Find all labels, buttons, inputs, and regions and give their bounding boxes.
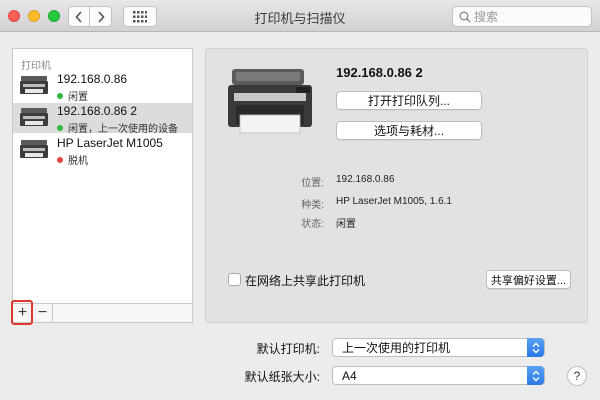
printer-list: 打印机 192.168.0.86 闲置 192.168.0.86 2 闲置，上一…: [12, 48, 193, 323]
selected-printer-name: 192.168.0.86 2: [336, 65, 423, 80]
options-supplies-button[interactable]: 选项与耗材...: [336, 121, 482, 140]
share-printer-label[interactable]: 在网络上共享此打印机: [245, 272, 365, 289]
location-value: 192.168.0.86: [336, 174, 395, 185]
select-arrows-icon: [527, 366, 544, 385]
printer-icon: [20, 140, 48, 158]
help-icon: ?: [573, 369, 581, 383]
default-printer-label: 默认打印机:: [256, 342, 320, 356]
printer-list-header: 打印机: [21, 61, 51, 72]
printer-icon: [20, 76, 48, 94]
printer-status: 脱机: [57, 152, 88, 167]
printer-large-icon: [228, 69, 312, 134]
printer-detail-panel: 192.168.0.86 2 打开打印队列... 选项与耗材... 位置: 19…: [205, 48, 588, 323]
search-placeholder: 搜索: [474, 10, 499, 24]
printer-name: 192.168.0.86: [57, 72, 128, 86]
open-print-queue-button[interactable]: 打开打印队列...: [336, 91, 482, 110]
remove-printer-button[interactable]: −: [33, 304, 53, 322]
kind-value: HP LaserJet M1005, 1.6.1: [336, 196, 452, 207]
printer-status-text: 脱机: [68, 156, 88, 167]
default-paper-label: 默认纸张大小:: [244, 370, 320, 384]
printer-list-item[interactable]: HP LaserJet M1005 脱机: [13, 135, 192, 167]
kind-label: 种类:: [301, 200, 324, 211]
printer-icon: [20, 108, 48, 126]
printer-status-text: 闲置: [68, 92, 88, 103]
printer-list-item-selected[interactable]: 192.168.0.86 2 闲置，上一次使用的设备: [13, 103, 192, 135]
default-printer-select[interactable]: 上一次使用的打印机: [332, 338, 545, 357]
default-printer-value: 上一次使用的打印机: [342, 341, 451, 355]
default-paper-select[interactable]: A4: [332, 366, 545, 385]
status-dot: [57, 156, 63, 163]
status-value: 闲置: [336, 219, 356, 230]
search-icon: [459, 11, 471, 22]
add-printer-button[interactable]: +: [13, 304, 33, 322]
printer-status: 闲置: [57, 88, 88, 103]
status-dot: [57, 124, 63, 131]
printer-name: 192.168.0.86 2: [57, 104, 138, 118]
printer-status-text: 闲置，上一次使用的设备: [68, 124, 178, 135]
search-field[interactable]: 搜索: [452, 6, 592, 27]
status-dot: [57, 92, 63, 99]
printer-status: 闲置，上一次使用的设备: [57, 120, 178, 135]
status-label: 状态:: [301, 219, 324, 230]
default-paper-value: A4: [342, 368, 357, 383]
printer-list-toolbar: + −: [12, 303, 193, 323]
printer-list-item[interactable]: 192.168.0.86 闲置: [13, 71, 192, 103]
printer-name: HP LaserJet M1005: [57, 136, 163, 150]
sharing-preferences-button[interactable]: 共享偏好设置...: [486, 270, 571, 289]
share-printer-checkbox[interactable]: [228, 273, 241, 286]
select-arrows-icon: [527, 338, 544, 357]
title-bar: 打印机与扫描仪 搜索: [0, 0, 600, 32]
location-label: 位置:: [301, 178, 324, 189]
help-button[interactable]: ?: [567, 366, 587, 386]
